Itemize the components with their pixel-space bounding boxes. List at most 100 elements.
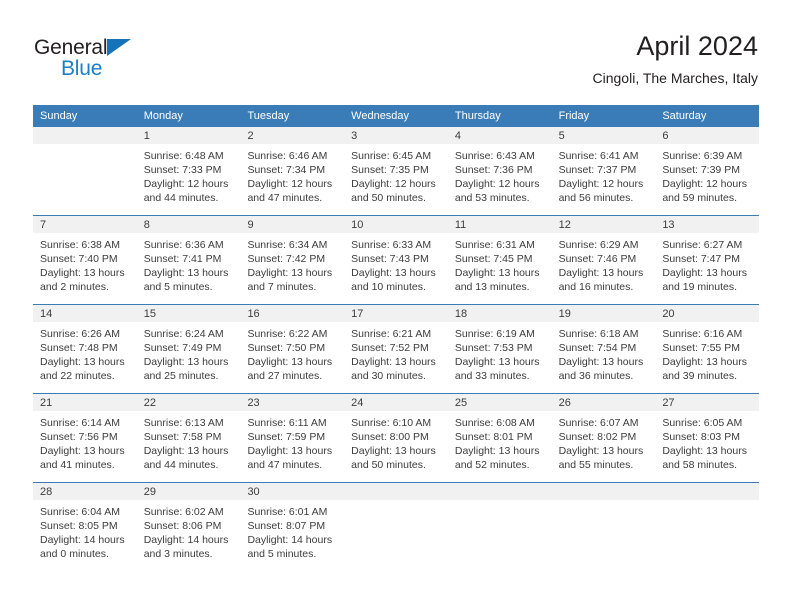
day-cell[interactable]: 3 Sunrise: 6:45 AM Sunset: 7:35 PM Dayli… [344,127,448,215]
sunset-line: Sunset: 8:03 PM [662,431,740,443]
day-cell[interactable]: 10 Sunrise: 6:33 AM Sunset: 7:43 PM Dayl… [344,216,448,304]
day-details [33,144,137,215]
day-cell[interactable]: 23 Sunrise: 6:11 AM Sunset: 7:59 PM Dayl… [240,394,345,482]
day-details: Sunrise: 6:24 AM Sunset: 7:49 PM Dayligh… [136,322,241,393]
day-number [447,483,552,500]
day-cell[interactable]: 18 Sunrise: 6:19 AM Sunset: 7:53 PM Dayl… [447,305,552,393]
title-block: April 2024 Cingoli, The Marches, Italy [593,30,758,88]
day-number: 26 [551,394,656,411]
daylight-line-2: and 19 minutes. [662,281,738,293]
day-cell[interactable]: 8 Sunrise: 6:36 AM Sunset: 7:41 PM Dayli… [136,216,241,304]
day-cell[interactable]: 12 Sunrise: 6:29 AM Sunset: 7:46 PM Dayl… [551,216,656,304]
day-cell[interactable]: 17 Sunrise: 6:21 AM Sunset: 7:52 PM Dayl… [344,305,448,393]
day-cell[interactable]: 30 Sunrise: 6:01 AM Sunset: 8:07 PM Dayl… [240,483,345,571]
daylight-line-1: Daylight: 13 hours [143,356,229,368]
sunset-line: Sunset: 7:40 PM [40,253,118,265]
sunset-line: Sunset: 7:34 PM [247,164,326,176]
day-cell[interactable]: 1 Sunrise: 6:48 AM Sunset: 7:33 PM Dayli… [136,127,241,215]
sunrise-line: Sunrise: 6:43 AM [454,150,535,162]
day-number [551,483,656,500]
day-cell[interactable]: 9 Sunrise: 6:34 AM Sunset: 7:42 PM Dayli… [240,216,345,304]
sunset-line: Sunset: 8:00 PM [351,431,429,443]
general-blue-logo[interactable]: General Blue [34,36,164,84]
day-cell[interactable]: 13 Sunrise: 6:27 AM Sunset: 7:47 PM Dayl… [655,216,760,304]
daylight-line-1: Daylight: 13 hours [247,445,333,457]
day-cell[interactable]: 4 Sunrise: 6:43 AM Sunset: 7:36 PM Dayli… [447,127,552,215]
day-number: 14 [33,305,137,322]
daylight-line-2: and 58 minutes. [662,459,738,471]
day-cell[interactable]: 15 Sunrise: 6:24 AM Sunset: 7:49 PM Dayl… [136,305,241,393]
day-number: 12 [551,216,656,233]
day-cell[interactable]: 24 Sunrise: 6:10 AM Sunset: 8:00 PM Dayl… [344,394,448,482]
day-cell[interactable]: 29 Sunrise: 6:02 AM Sunset: 8:06 PM Dayl… [136,483,241,571]
daylight-line-2: and 53 minutes. [454,192,530,204]
sunset-line: Sunset: 7:45 PM [454,253,533,265]
day-cell[interactable]: 16 Sunrise: 6:22 AM Sunset: 7:50 PM Dayl… [240,305,345,393]
daylight-line-2: and 44 minutes. [143,192,219,204]
daylight-line-2: and 22 minutes. [40,370,115,382]
day-number: 25 [447,394,552,411]
sunset-line: Sunset: 7:50 PM [247,342,326,354]
day-cell[interactable] [551,483,656,571]
day-details: Sunrise: 6:27 AM Sunset: 7:47 PM Dayligh… [655,233,760,304]
daylight-line-2: and 2 minutes. [40,281,109,293]
day-details: Sunrise: 6:39 AM Sunset: 7:39 PM Dayligh… [655,144,760,215]
daylight-line-2: and 56 minutes. [558,192,634,204]
day-cell[interactable]: 28 Sunrise: 6:04 AM Sunset: 8:05 PM Dayl… [33,483,137,571]
day-cell[interactable]: 27 Sunrise: 6:05 AM Sunset: 8:03 PM Dayl… [655,394,760,482]
sunset-line: Sunset: 8:02 PM [558,431,637,443]
daylight-line-1: Daylight: 12 hours [662,178,747,190]
daylight-line-2: and 41 minutes. [40,459,115,471]
daylight-line-1: Daylight: 13 hours [247,356,333,368]
day-cell[interactable]: 11 Sunrise: 6:31 AM Sunset: 7:45 PM Dayl… [447,216,552,304]
daylight-line-2: and 3 minutes. [143,548,213,560]
sunrise-line: Sunrise: 6:29 AM [558,239,639,251]
calendar-page: General Blue April 2024 Cingoli, The Mar… [0,0,792,612]
daylight-line-1: Daylight: 14 hours [143,534,229,546]
day-cell[interactable]: 19 Sunrise: 6:18 AM Sunset: 7:54 PM Dayl… [551,305,656,393]
sunset-line: Sunset: 8:07 PM [247,520,326,532]
daylight-line-2: and 30 minutes. [351,370,426,382]
day-details: Sunrise: 6:31 AM Sunset: 7:45 PM Dayligh… [447,233,552,304]
day-cell[interactable]: 20 Sunrise: 6:16 AM Sunset: 7:55 PM Dayl… [655,305,760,393]
daylight-line-1: Daylight: 12 hours [351,178,436,190]
day-details: Sunrise: 6:14 AM Sunset: 7:56 PM Dayligh… [33,411,137,482]
day-number: 21 [33,394,137,411]
daylight-line-1: Daylight: 12 hours [454,178,540,190]
sunset-line: Sunset: 7:48 PM [40,342,118,354]
daylight-line-1: Daylight: 13 hours [247,267,333,279]
day-cell[interactable]: 26 Sunrise: 6:07 AM Sunset: 8:02 PM Dayl… [551,394,656,482]
sunrise-line: Sunrise: 6:36 AM [143,239,224,251]
daylight-line-1: Daylight: 13 hours [454,445,540,457]
day-number: 3 [344,127,448,144]
daylight-line-1: Daylight: 13 hours [143,445,229,457]
day-cell[interactable] [655,483,760,571]
day-number: 29 [136,483,241,500]
day-number: 16 [240,305,345,322]
sunset-line: Sunset: 8:06 PM [143,520,222,532]
daylight-line-1: Daylight: 13 hours [558,356,644,368]
day-cell[interactable]: 22 Sunrise: 6:13 AM Sunset: 7:58 PM Dayl… [136,394,241,482]
day-cell[interactable] [33,127,137,215]
day-cell[interactable]: 5 Sunrise: 6:41 AM Sunset: 7:37 PM Dayli… [551,127,656,215]
day-details: Sunrise: 6:04 AM Sunset: 8:05 PM Dayligh… [33,500,137,571]
sunset-line: Sunset: 7:52 PM [351,342,429,354]
daylight-line-1: Daylight: 12 hours [558,178,644,190]
day-number [344,483,448,500]
day-cell[interactable]: 7 Sunrise: 6:38 AM Sunset: 7:40 PM Dayli… [33,216,137,304]
day-cell[interactable]: 14 Sunrise: 6:26 AM Sunset: 7:48 PM Dayl… [33,305,137,393]
sunrise-line: Sunrise: 6:48 AM [143,150,224,162]
sunrise-line: Sunrise: 6:22 AM [247,328,328,340]
day-details: Sunrise: 6:26 AM Sunset: 7:48 PM Dayligh… [33,322,137,393]
day-cell[interactable]: 6 Sunrise: 6:39 AM Sunset: 7:39 PM Dayli… [655,127,760,215]
day-details: Sunrise: 6:18 AM Sunset: 7:54 PM Dayligh… [551,322,656,393]
day-cell[interactable] [447,483,552,571]
day-cell[interactable] [344,483,448,571]
day-details: Sunrise: 6:10 AM Sunset: 8:00 PM Dayligh… [344,411,448,482]
day-details: Sunrise: 6:33 AM Sunset: 7:43 PM Dayligh… [344,233,448,304]
daylight-line-1: Daylight: 13 hours [558,267,644,279]
day-cell[interactable]: 2 Sunrise: 6:46 AM Sunset: 7:34 PM Dayli… [240,127,345,215]
day-cell[interactable]: 21 Sunrise: 6:14 AM Sunset: 7:56 PM Dayl… [33,394,137,482]
sunrise-line: Sunrise: 6:45 AM [351,150,432,162]
day-cell[interactable]: 25 Sunrise: 6:08 AM Sunset: 8:01 PM Dayl… [447,394,552,482]
